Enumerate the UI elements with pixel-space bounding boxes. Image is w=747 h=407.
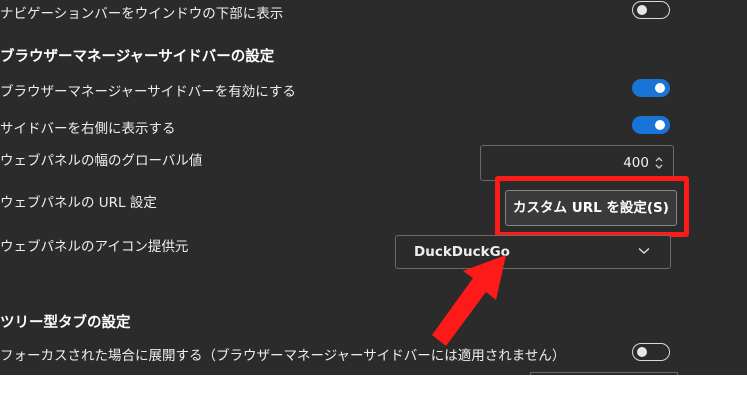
red-arrow-icon — [432, 255, 506, 346]
